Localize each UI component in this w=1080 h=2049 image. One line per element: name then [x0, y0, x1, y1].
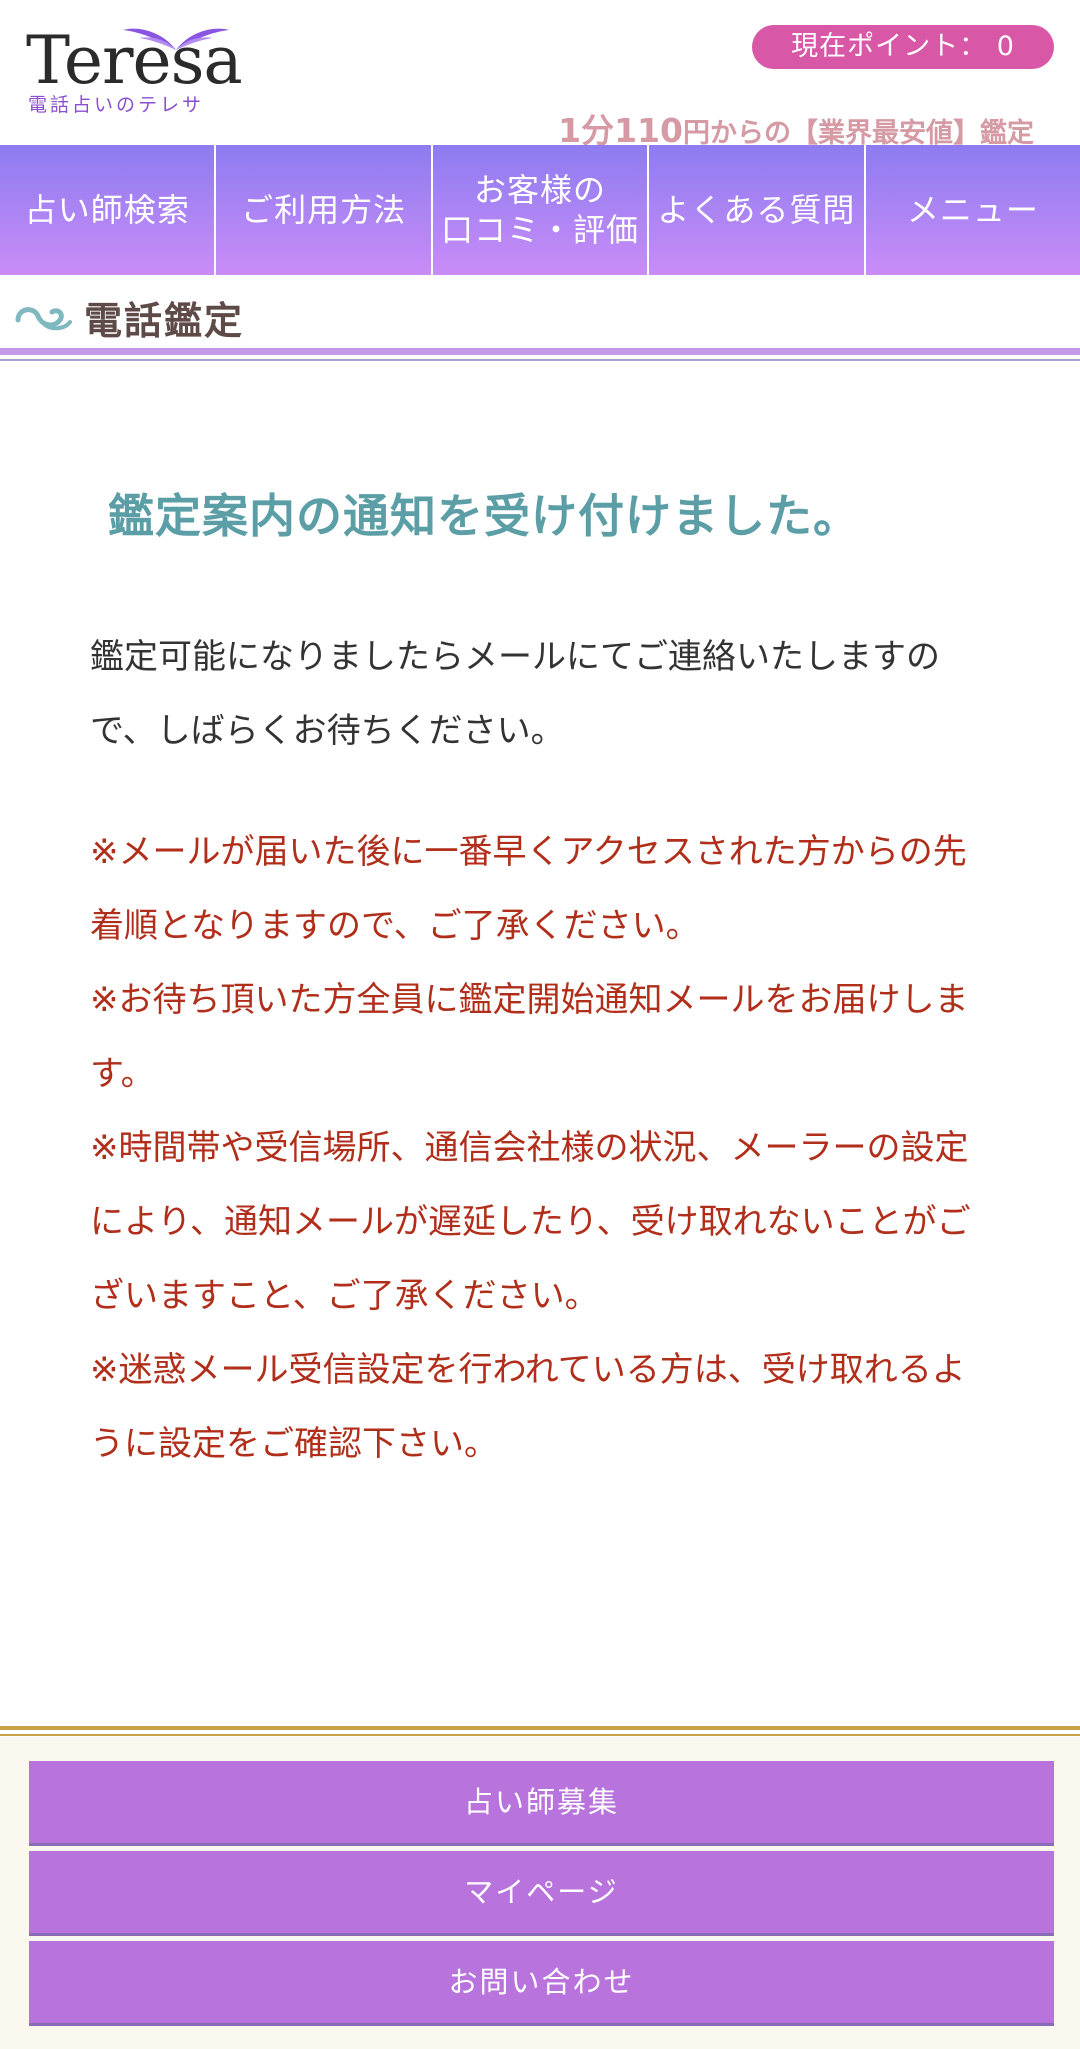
- note-item: ※お待ち頂いた方全員に鑑定開始通知メールをお届けします。: [90, 980, 969, 1094]
- nav-faq[interactable]: よくある質問: [649, 145, 866, 275]
- main-nav: 占い師検索 ご利用方法 お客様の 口コミ・評価 よくある質問 メニュー: [0, 145, 1080, 275]
- points-label: 現在ポイント：: [791, 31, 988, 62]
- footer-divider: [0, 1726, 1080, 1730]
- site-header: Teresa 電話占いのテレサ 現在ポイント： 0 1分110円からの【業界最安…: [0, 0, 1080, 150]
- section-title: 電話鑑定: [84, 299, 245, 343]
- notice-body: 鑑定可能になりましたらメールにてご連絡いたしますので、しばらくお待ちください。: [90, 637, 940, 751]
- footer-menu: 占い師募集 マイページ お問い合わせ: [29, 1761, 1054, 2031]
- footer-link-contact[interactable]: お問い合わせ: [29, 1941, 1054, 2026]
- note-item: ※メールが届いた後に一番早くアクセスされた方からの先着順となりますので、ご了承く…: [90, 832, 967, 946]
- nav-fortune-teller-search[interactable]: 占い師検索: [0, 145, 217, 275]
- section-header: 電話鑑定: [0, 290, 1080, 343]
- swirl-icon: [15, 307, 72, 331]
- teresa-logo[interactable]: Teresa 電話占いのテレサ: [26, 18, 243, 118]
- points-value: 0: [996, 31, 1015, 62]
- footer-link-recruit[interactable]: 占い師募集: [29, 1761, 1054, 1846]
- nav-how-to-use[interactable]: ご利用方法: [216, 145, 433, 275]
- section-divider-thin: [0, 359, 1080, 361]
- logo-text: Teresa: [26, 22, 243, 99]
- notes-list: ※メールが届いた後に一番早くアクセスされた方からの先着順となりますので、ご了承く…: [90, 815, 990, 1481]
- nav-menu[interactable]: メニュー: [866, 145, 1080, 275]
- section-divider: [0, 348, 1080, 355]
- footer-divider-thin: [0, 1734, 1080, 1736]
- footer-link-mypage[interactable]: マイページ: [29, 1851, 1054, 1936]
- note-item: ※時間帯や受信場所、通信会社様の状況、メーラーの設定により、通知メールが遅延した…: [90, 1128, 971, 1316]
- points-badge[interactable]: 現在ポイント： 0: [752, 25, 1054, 69]
- nav-customer-reviews[interactable]: お客様の 口コミ・評価: [433, 145, 650, 275]
- notice-title: 鑑定案内の通知を受け付けました。: [108, 489, 860, 543]
- logo-subtitle: 電話占いのテレサ: [28, 94, 205, 116]
- note-item: ※迷惑メール受信設定を行われている方は、受け取れるように設定をご確認下さい。: [90, 1350, 966, 1464]
